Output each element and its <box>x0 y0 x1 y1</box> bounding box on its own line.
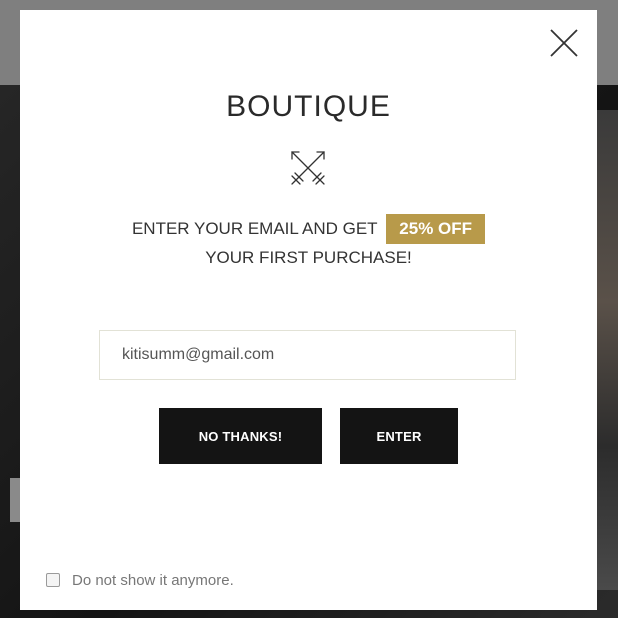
email-field[interactable] <box>99 330 516 380</box>
close-icon <box>550 29 578 57</box>
no-thanks-button[interactable]: NO THANKS! <box>159 408 322 464</box>
close-button[interactable] <box>550 29 578 57</box>
offer-text-line1: ENTER YOUR EMAIL AND GET 25% OFF <box>20 214 597 244</box>
offer-text-line2: YOUR FIRST PURCHASE! <box>205 248 412 267</box>
enter-button[interactable]: ENTER <box>340 408 458 464</box>
background-script-text <box>0 548 18 572</box>
offer-text: ENTER YOUR EMAIL AND GET <box>131 219 378 238</box>
crossed-arrows-icon <box>291 151 325 185</box>
discount-badge: 25% OFF <box>386 214 486 244</box>
background-hero-image <box>596 110 618 590</box>
dont-show-again-option[interactable]: Do not show it anymore. <box>46 570 234 590</box>
dont-show-label: Do not show it anymore. <box>72 571 234 589</box>
newsletter-popup: BOUTIQUE ENTER YOUR EMAIL AND GET 25% OF… <box>20 10 597 610</box>
brand-title: BOUTIQUE <box>226 90 391 123</box>
dont-show-checkbox[interactable] <box>46 573 60 587</box>
